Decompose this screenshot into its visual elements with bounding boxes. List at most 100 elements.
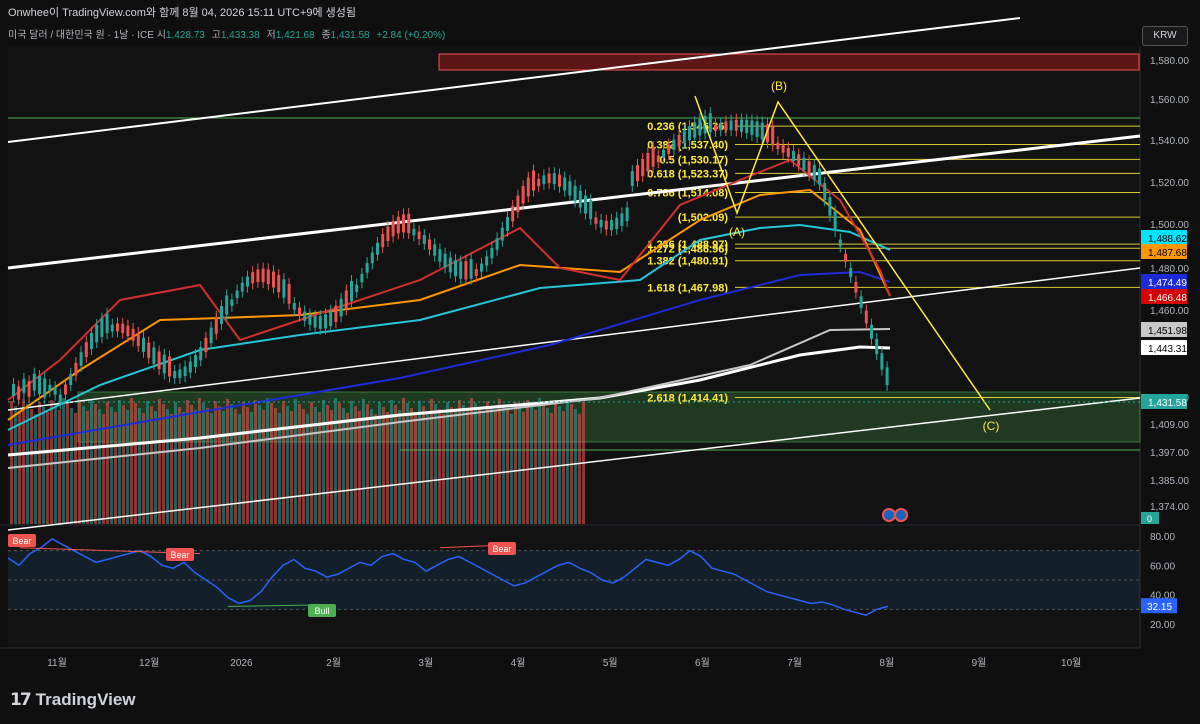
candle-body [303,311,307,321]
candle-body [438,249,442,262]
volume-bar [498,399,501,524]
candle-body [542,175,546,184]
candle-body [537,179,541,187]
candle-body [209,327,213,344]
candle-body [183,366,187,377]
volume-bar [282,401,285,524]
candle-body [22,378,26,394]
tradingview-logo: 𝟭𝟳 TradingView [10,690,136,710]
candle-body [708,113,712,133]
price-axis-tick: 1,580.00 [1150,56,1189,67]
candle-body [672,139,676,150]
candle-body [578,190,582,208]
volume-bar [542,403,545,524]
candle-body [589,199,593,220]
wave-label-b: (B) [771,79,787,93]
volume-bar [514,402,517,524]
volume-bar [118,400,121,524]
volume-bar [22,399,25,524]
candle-body [38,376,41,394]
price-chart[interactable]: 0.236 (1,546.36)0.382 (1,537.40)0.5 (1,5… [0,0,1200,724]
candle-body [324,314,327,329]
candle-body [760,122,764,140]
candle-body [147,342,151,358]
candle-body [454,260,457,277]
candle-body [724,121,728,131]
candle-body [859,296,863,308]
volume-bar [486,401,489,524]
candle-body [376,242,379,255]
candle-body [318,316,322,329]
candle-body [344,290,348,310]
candle-body [662,149,665,158]
volume-bar [158,399,161,524]
volume-bar [82,406,85,524]
candle-body [256,269,260,282]
time-axis-tick: 3월 [418,657,433,669]
volume-bar [274,408,277,524]
candle-body [214,316,218,334]
candle-body [355,284,359,292]
candle-body [734,119,738,131]
candle-body [69,373,73,386]
price-axis-tick: 1,560.00 [1150,95,1189,106]
volume-bar [210,413,213,524]
volume-bar [78,401,81,524]
volume-bar [402,398,405,524]
volume-bar [458,400,461,524]
fib-level-label: 0.382 (1,537.40) [647,140,728,152]
candle-body [870,324,873,339]
candle-body [136,333,140,346]
volume-bar [526,400,529,524]
candle-body [875,338,879,355]
candle-body [495,238,499,250]
candle-body [849,267,853,278]
volume-bar [134,403,137,524]
volume-bar [422,406,425,524]
candle-body [168,356,171,377]
volume-bar [70,408,73,524]
volume-bar [450,407,453,524]
volume-bar [234,409,237,524]
volume-bar [550,413,553,524]
volume-bar [490,406,493,524]
candle-body [365,263,369,273]
candle-body [32,373,36,391]
candle-body [334,305,338,323]
candle-body [298,307,301,316]
us-flag-icon [894,508,908,522]
volume-bar [102,414,105,524]
price-axis-tick: 1,385.00 [1150,476,1189,487]
candle-body [594,217,598,224]
price-label-text: 1,443.31 [1148,344,1187,355]
candle-body [818,168,821,185]
volume-bar [14,406,17,524]
volume-bar [130,398,133,524]
volume-bar [194,410,197,524]
volume-bar [510,414,513,524]
rsi-axis-tick: 80.00 [1150,532,1175,543]
candle-body [797,154,801,166]
candle-body [12,384,15,396]
volume-bar [562,411,565,524]
candle-body [474,269,478,277]
volume-bar [106,402,109,524]
volume-bar [166,409,169,524]
candle-body [131,328,135,341]
candle-body [194,355,197,368]
rsi-value-text: 32.15 [1147,602,1172,613]
candle-body [786,147,790,157]
wave-label-a: (A) [729,225,745,239]
volume-bar [110,407,113,524]
price-label-text: 1,488.62 [1148,234,1187,245]
candle-body [370,252,374,264]
candle-body [480,263,483,272]
candle-body [563,177,567,191]
price-axis-tick: 1,460.00 [1150,306,1189,317]
price-axis-tick: 1,540.00 [1150,136,1189,147]
candle-body [521,186,525,204]
volume-bar [390,400,393,524]
candle-body [646,152,650,172]
volume-bar [470,398,473,524]
candle-body [802,157,806,171]
